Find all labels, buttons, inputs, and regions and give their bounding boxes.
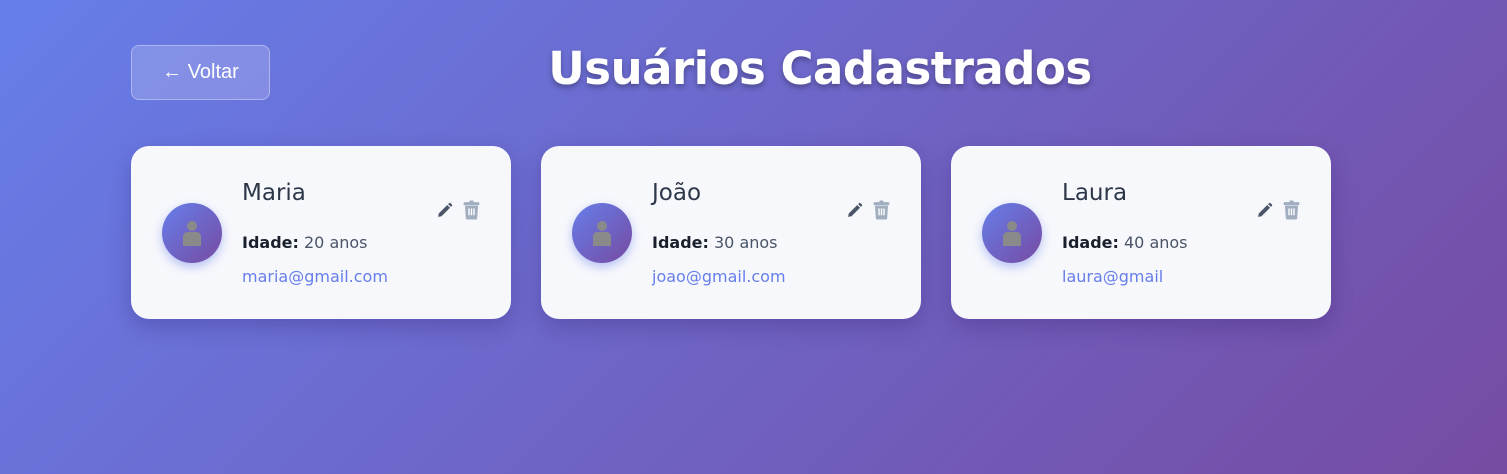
trash-icon bbox=[873, 200, 889, 220]
edit-button[interactable] bbox=[844, 200, 864, 220]
edit-button[interactable] bbox=[434, 200, 454, 220]
user-name: Maria bbox=[242, 180, 306, 206]
edit-button[interactable] bbox=[1254, 200, 1274, 220]
person-icon bbox=[183, 221, 201, 246]
delete-button[interactable] bbox=[1281, 200, 1301, 220]
user-card: Maria Idade: 20 anos maria@gmail.com bbox=[131, 146, 511, 319]
user-card: João Idade: 30 anos joao@gmail.com bbox=[541, 146, 921, 319]
person-icon bbox=[593, 221, 611, 246]
user-card-list: Maria Idade: 20 anos maria@gmail.com Joã… bbox=[131, 146, 1331, 319]
avatar bbox=[572, 203, 632, 263]
age-value: 40 anos bbox=[1118, 233, 1188, 252]
age-value: 30 anos bbox=[708, 233, 778, 252]
pencil-icon bbox=[847, 202, 862, 217]
pencil-icon bbox=[437, 202, 452, 217]
pencil-icon bbox=[1257, 202, 1272, 217]
user-age: Idade: 30 anos bbox=[652, 233, 778, 252]
age-label: Idade: bbox=[242, 233, 299, 252]
trash-icon bbox=[1283, 200, 1299, 220]
delete-button[interactable] bbox=[871, 200, 891, 220]
card-actions bbox=[434, 200, 481, 220]
page-title: Usuários Cadastrados bbox=[548, 42, 1092, 95]
card-actions bbox=[1254, 200, 1301, 220]
avatar bbox=[162, 203, 222, 263]
age-label: Idade: bbox=[1062, 233, 1119, 252]
user-name: João bbox=[652, 180, 702, 206]
age-value: 20 anos bbox=[298, 233, 368, 252]
user-email[interactable]: joao@gmail.com bbox=[652, 267, 786, 286]
avatar bbox=[982, 203, 1042, 263]
person-icon bbox=[1003, 221, 1021, 246]
user-age: Idade: 40 anos bbox=[1062, 233, 1188, 252]
delete-button[interactable] bbox=[461, 200, 481, 220]
user-age: Idade: 20 anos bbox=[242, 233, 368, 252]
user-card: Laura Idade: 40 anos laura@gmail bbox=[951, 146, 1331, 319]
user-email[interactable]: maria@gmail.com bbox=[242, 267, 388, 286]
trash-icon bbox=[463, 200, 479, 220]
card-actions bbox=[844, 200, 891, 220]
age-label: Idade: bbox=[652, 233, 709, 252]
user-name: Laura bbox=[1062, 180, 1128, 206]
user-email[interactable]: laura@gmail bbox=[1062, 267, 1163, 286]
